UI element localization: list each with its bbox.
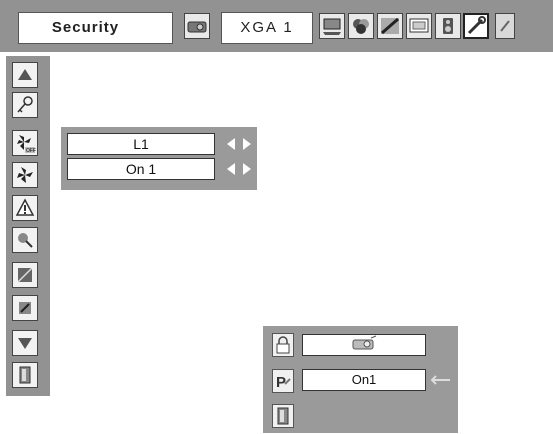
submenu-field-2[interactable]: On 1	[67, 158, 215, 180]
setting-icon[interactable]	[463, 13, 489, 39]
exit-icon[interactable]	[12, 362, 38, 388]
image-adjust-icon[interactable]	[377, 13, 403, 39]
screen-icon[interactable]	[406, 13, 432, 39]
arrow-left-icon[interactable]	[227, 163, 235, 175]
lamp-icon[interactable]	[12, 295, 38, 321]
color-icon[interactable]	[348, 13, 374, 39]
arrow-up-icon[interactable]	[12, 62, 38, 88]
key-icon[interactable]	[12, 92, 38, 118]
exit-icon[interactable]	[272, 404, 294, 428]
pin-value-field[interactable]: On1	[302, 369, 426, 391]
back-arrow-icon[interactable]	[430, 373, 452, 387]
expand-icon[interactable]	[495, 13, 515, 39]
arrow-left-icon[interactable]	[227, 138, 235, 150]
arrow-down-icon[interactable]	[12, 330, 38, 356]
adjust-arrows-2[interactable]	[227, 162, 251, 176]
lock-value-field[interactable]	[302, 334, 426, 356]
lock-icon	[272, 333, 294, 357]
arrow-right-icon[interactable]	[243, 138, 251, 150]
filter-icon[interactable]	[12, 227, 38, 253]
adjust-arrows-1[interactable]	[227, 137, 251, 151]
sound-icon[interactable]	[435, 13, 461, 39]
fan-off-icon[interactable]: OFF	[12, 130, 38, 156]
pin-code-icon: P	[272, 369, 294, 393]
arrow-right-icon[interactable]	[243, 163, 251, 175]
svg-text:OFF: OFF	[26, 148, 36, 154]
projector-icon[interactable]	[184, 13, 210, 39]
submenu-field-1[interactable]: L1	[67, 133, 215, 155]
display-icon[interactable]	[319, 13, 345, 39]
menu-title: Security	[18, 12, 173, 44]
input-source: XGA 1	[221, 12, 313, 44]
warning-icon[interactable]	[12, 195, 38, 221]
fan-icon[interactable]	[12, 162, 38, 188]
projector-icon	[352, 335, 377, 350]
svg-text:P: P	[276, 374, 286, 391]
pattern-icon[interactable]	[12, 262, 38, 288]
